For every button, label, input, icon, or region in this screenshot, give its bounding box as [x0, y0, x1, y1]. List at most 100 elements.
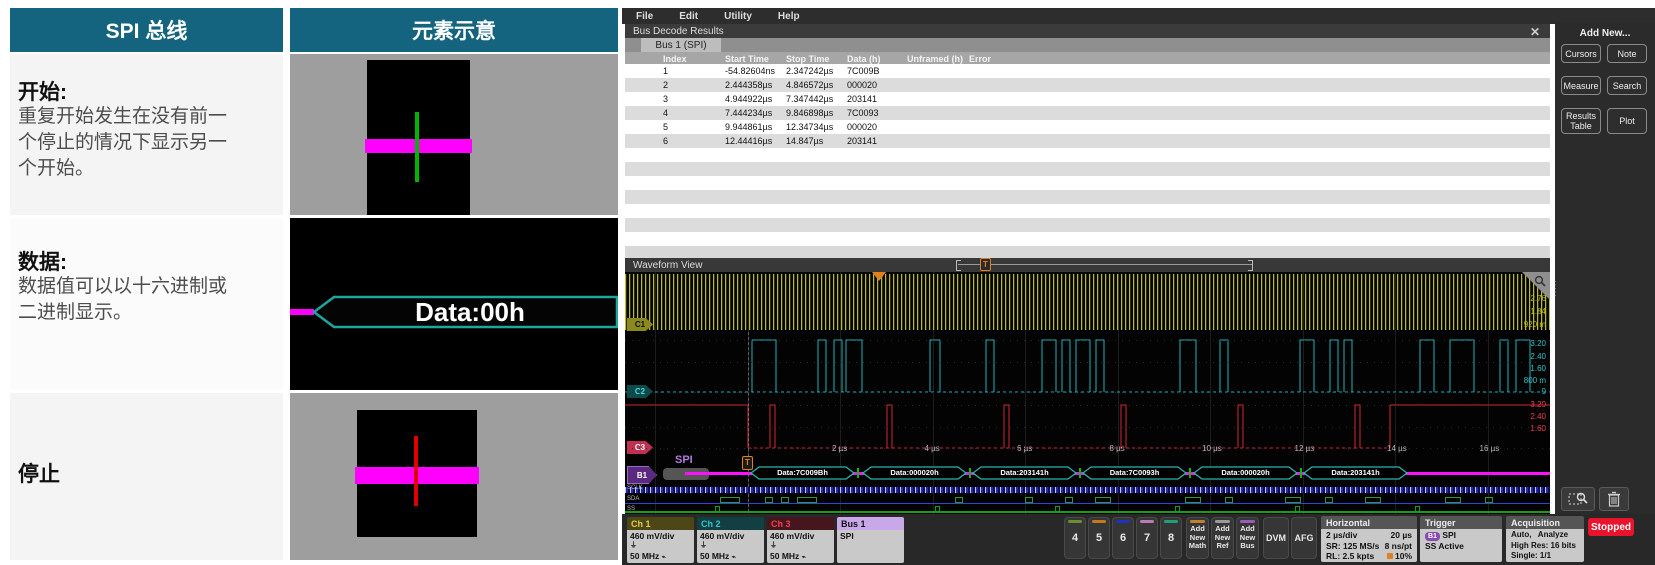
cell: 000020 — [847, 122, 877, 132]
add-new-bus-button[interactable]: Add New Bus — [1236, 517, 1259, 559]
tab-bus1-spi[interactable]: Bus 1 (SPI) — [641, 38, 721, 52]
cell: 7C009B — [847, 66, 880, 76]
waveform-title-bar[interactable]: Waveform View T — [625, 258, 1550, 272]
channel-button-4[interactable]: 4 — [1064, 517, 1086, 559]
add-new-cursors[interactable]: Cursors — [1561, 44, 1601, 63]
channel-badge-ch1[interactable]: Ch 1460 mV/div⏚50 MHz ⌁ — [627, 517, 694, 563]
column-header-3[interactable]: Data (h) — [847, 54, 881, 64]
add-new-measure[interactable]: Measure — [1561, 76, 1601, 95]
start-marker-line — [415, 112, 419, 182]
sda-pulse — [1445, 497, 1461, 503]
dvm-button[interactable]: DVM — [1263, 517, 1289, 559]
table-row[interactable] — [625, 190, 1550, 204]
cell: 4.944922µs — [725, 94, 772, 104]
horizontal-window: 20 µs — [1391, 530, 1412, 541]
acquisition-panel[interactable]: Acquisition Auto, Analyze High Res: 16 b… — [1506, 516, 1584, 562]
stopped-badge[interactable]: Stopped — [1588, 518, 1634, 536]
minimap-left-bracket — [956, 260, 961, 271]
minimap-line[interactable] — [958, 264, 1252, 265]
vertical-splitter-handle[interactable]: ⋮⋮ — [1550, 282, 1556, 322]
sda-pulse — [765, 497, 773, 503]
add-new-plot[interactable]: Plot — [1607, 108, 1647, 134]
table-row[interactable]: 1-54.82604ns2.347242µs7C009B — [625, 64, 1550, 78]
column-header-4[interactable]: Unframed (h) — [907, 54, 963, 64]
data-title: 数据: — [18, 246, 67, 276]
add-new-search[interactable]: Search — [1607, 76, 1647, 95]
cell: 7.444234µs — [725, 108, 772, 118]
channel-button-6[interactable]: 6 — [1112, 517, 1134, 559]
sda-pulse — [1325, 497, 1333, 503]
table-row[interactable]: 47.444234µs9.846898µs7C0093 — [625, 106, 1550, 120]
sample-rate: SR: 125 MS/s — [1326, 541, 1379, 552]
record-length: RL: 2.5 kpts — [1326, 551, 1374, 562]
afg-button[interactable]: AFG — [1291, 517, 1317, 559]
column-header-5[interactable]: Error — [969, 54, 991, 64]
ss-pulse — [935, 506, 940, 511]
add-new-note[interactable]: Note — [1607, 44, 1647, 63]
horizontal-position: 10% — [1395, 551, 1412, 561]
table-row[interactable]: 612.44416µs14.847µs203141 — [625, 134, 1550, 148]
table-row[interactable] — [625, 232, 1550, 246]
sclk-row — [625, 487, 1550, 493]
table-row[interactable]: 34.944922µs7.347442µs203141 — [625, 92, 1550, 106]
results-title: Bus Decode Results — [633, 26, 724, 37]
grid-dots — [625, 427, 1550, 428]
table-row[interactable] — [625, 148, 1550, 162]
column-header-1[interactable]: Start Time — [725, 54, 769, 64]
trigger-panel[interactable]: Trigger B1 SPI SS Active — [1420, 516, 1502, 562]
bus-decode-results-panel: Bus Decode Results ✕ Bus 1 (SPI) Index St… — [625, 24, 1550, 246]
table-row[interactable] — [625, 176, 1550, 190]
add-new-ref-button[interactable]: Add New Ref — [1211, 517, 1234, 559]
menu-item-edit[interactable]: Edit — [679, 11, 698, 22]
cell: 9.846898µs — [786, 108, 833, 118]
channel-button-7[interactable]: 7 — [1136, 517, 1158, 559]
acq-count: Single: 1/1 — [1511, 551, 1579, 562]
zoom-mode-button[interactable] — [1561, 487, 1595, 511]
menu-item-utility[interactable]: Utility — [724, 11, 752, 22]
table-row[interactable] — [625, 162, 1550, 176]
ss-pulse — [715, 506, 720, 511]
channel-badge-bus1[interactable]: Bus 1SPI — [837, 517, 904, 563]
bus-data-frame: Data:000020h — [862, 466, 967, 480]
graticule[interactable]: C1 C2 C3 SPI B1 T Data:7C009BhData:00002… — [625, 272, 1550, 514]
grid-dots — [625, 448, 1550, 449]
horizontal-scale: 2 µs/div — [1326, 530, 1357, 541]
cell: 9.944861µs — [725, 122, 772, 132]
row-data-text-cell: 数据: 数据值可以以十六进制或 二进制显示。 — [10, 218, 283, 390]
add-new-results-table[interactable]: Results Table — [1561, 108, 1601, 134]
table-row[interactable]: 59.944861µs12.34734µs000020 — [625, 120, 1550, 134]
frame-separator-tick — [969, 468, 971, 478]
oscilloscope-app: FileEditUtilityHelp Add New... CursorsNo… — [622, 0, 1655, 565]
cell: 1 — [663, 66, 668, 76]
bus-data-frame: Data:7C0093h — [1082, 466, 1187, 480]
table-row[interactable] — [625, 204, 1550, 218]
minimap-trigger-icon[interactable]: T — [980, 258, 991, 271]
channel-badge-ch2[interactable]: Ch 2460 mV/div⏚50 MHz ⌁ — [697, 517, 764, 563]
position-icon — [1387, 553, 1393, 559]
frame-separator-tick — [857, 468, 859, 478]
column-header-2[interactable]: Stop Time — [786, 54, 829, 64]
cell: 14.847µs — [786, 136, 823, 146]
cell: 2 — [663, 80, 668, 90]
table-row[interactable] — [625, 218, 1550, 232]
channel-button-8[interactable]: 8 — [1160, 517, 1182, 559]
add-new-math-button[interactable]: Add New Math — [1186, 517, 1209, 559]
sda-pulse — [955, 497, 963, 503]
digital-label-ss: SS — [627, 506, 635, 512]
bus-data-frame: Data:000020h — [1193, 466, 1298, 480]
sda-row — [625, 497, 1550, 505]
column-header-0[interactable]: Index — [663, 54, 687, 64]
results-title-bar[interactable]: Bus Decode Results ✕ — [625, 24, 1550, 38]
results-tab-strip: Bus 1 (SPI) — [625, 38, 1550, 52]
delete-button[interactable] — [1599, 487, 1629, 511]
close-icon[interactable]: ✕ — [1530, 25, 1540, 39]
stop-illustration — [290, 393, 618, 560]
horizontal-panel[interactable]: Horizontal 2 µs/div20 µs SR: 125 MS/s8 n… — [1321, 516, 1417, 562]
channel-button-5[interactable]: 5 — [1088, 517, 1110, 559]
menu-item-file[interactable]: File — [636, 11, 653, 22]
horizontal-splitter[interactable] — [625, 246, 1550, 258]
menu-item-help[interactable]: Help — [778, 11, 800, 22]
cell: 000020 — [847, 80, 877, 90]
channel-badge-ch3[interactable]: Ch 3460 mV/div⏚50 MHz ⌁ — [767, 517, 834, 563]
table-row[interactable]: 22.444358µs4.846572µs000020 — [625, 78, 1550, 92]
